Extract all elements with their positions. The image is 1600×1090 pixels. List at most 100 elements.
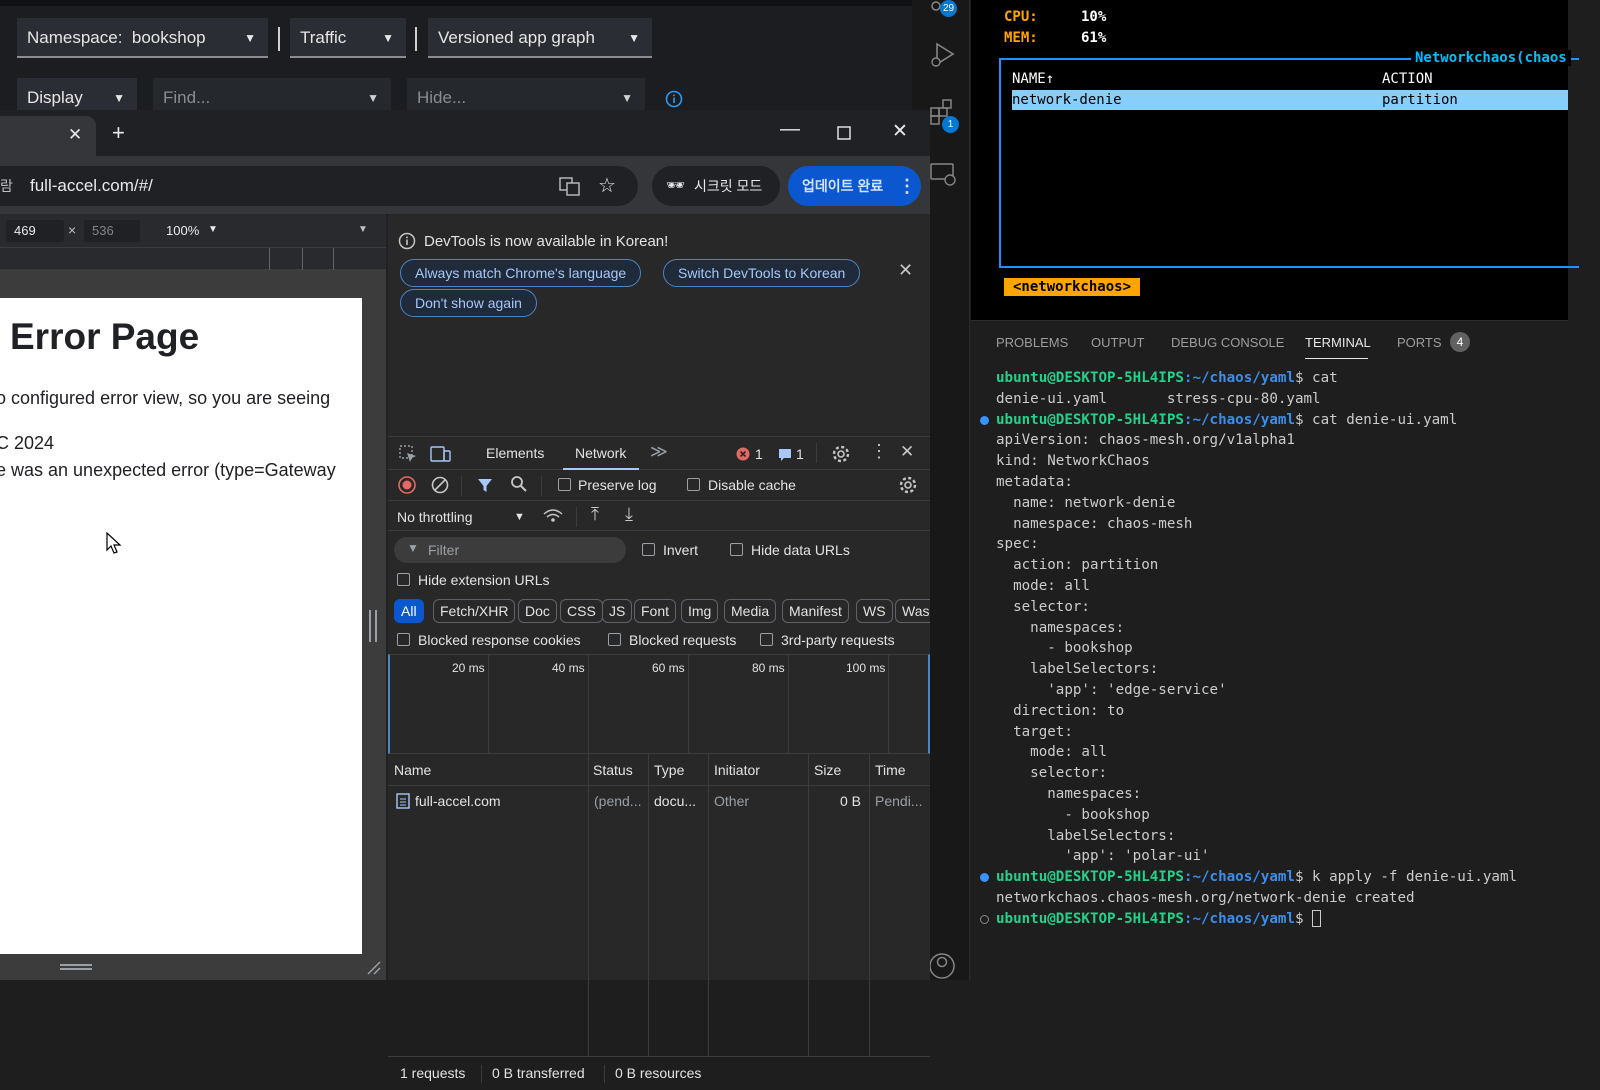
traffic-dropdown[interactable]: Traffic ▼ [290, 18, 406, 58]
panel-header: PROBLEMS OUTPUT DEBUG CONSOLE TERMINAL P… [971, 320, 1568, 364]
k9s-view: CPU: 10% MEM: 61% Networkchaos(chaos NAM… [971, 0, 1579, 320]
terminal[interactable]: ubuntu@DESKTOP-5HL4IPS:~/chaos/yaml$ cat… [971, 364, 1568, 980]
bottom-resize-handle[interactable] [60, 964, 92, 970]
match-language-button[interactable]: Always match Chrome's language [400, 259, 642, 287]
clear-icon[interactable] [431, 476, 449, 494]
close-banner-icon[interactable]: ✕ [898, 260, 913, 281]
timeline-overview[interactable]: 20 ms 40 ms 60 ms 80 ms 100 ms [388, 654, 930, 754]
prompt-user: ubuntu@DESKTOP-5HL4IPS [996, 869, 1184, 886]
preserve-log-checkbox[interactable] [558, 478, 571, 491]
corner-resize-icon[interactable] [366, 960, 382, 976]
network-settings-icon[interactable] [898, 475, 918, 495]
command-decoration-icon[interactable] [980, 873, 989, 883]
type-filter-ws[interactable]: WS [856, 599, 893, 623]
browser-tab[interactable]: ✕ [0, 116, 96, 156]
command-decoration-icon[interactable] [980, 415, 989, 425]
tab-ports[interactable]: PORTS [1397, 335, 1442, 350]
more-tabs-icon[interactable]: ≫ [650, 442, 668, 462]
run-debug-icon[interactable] [928, 40, 958, 70]
network-conditions-icon[interactable] [542, 507, 564, 525]
tab-elements[interactable]: Elements [486, 445, 544, 461]
type-filter-all[interactable]: All [394, 599, 424, 623]
filter-input[interactable]: ▼ Filter [394, 537, 626, 563]
timeline-tick: 80 ms [752, 661, 785, 675]
bookmark-star-icon[interactable]: ☆ [598, 166, 616, 206]
terminal-output-line: mode: all [996, 578, 1090, 594]
device-height-input[interactable]: 536 [84, 220, 140, 242]
type-filter-js[interactable]: JS [602, 599, 633, 623]
tab-terminal[interactable]: TERMINAL [1305, 335, 1371, 350]
table-row[interactable]: full-accel.com (pend... docu... Other 0 … [388, 787, 930, 815]
omnibox[interactable]: 람 full-accel.com/#/ ☆ [0, 166, 638, 206]
col-type[interactable]: Type [654, 762, 684, 778]
invert-checkbox[interactable] [642, 543, 655, 556]
message-icon[interactable] [778, 447, 792, 461]
tab-network[interactable]: Network [575, 445, 626, 461]
search-icon[interactable] [510, 475, 528, 493]
incognito-indicator[interactable]: 🕶 시크릿 모드 [652, 166, 780, 206]
prompt-path: :~/chaos/yaml [1183, 370, 1295, 386]
type-filter-fetch[interactable]: Fetch/XHR [433, 599, 516, 623]
error-icon[interactable] [736, 447, 750, 461]
device-toggle-icon[interactable] [430, 444, 452, 464]
hide-data-urls-checkbox[interactable] [730, 543, 743, 556]
settings-gear-icon[interactable] [831, 444, 851, 464]
update-button[interactable]: 업데이트 완료 ⋮ [788, 166, 921, 206]
hide-ext-urls-checkbox[interactable] [397, 573, 410, 586]
close-devtools-icon[interactable]: ✕ [900, 442, 914, 462]
tab-output[interactable]: OUTPUT [1091, 335, 1144, 350]
col-name[interactable]: Name [394, 762, 431, 778]
switch-korean-button[interactable]: Switch DevTools to Korean [663, 259, 861, 287]
info-icon [398, 232, 416, 250]
type-filter-wasm[interactable]: Wasi [895, 599, 930, 623]
graph-type-dropdown[interactable]: Versioned app graph ▼ [428, 18, 652, 58]
terminal-output-line: denie-ui.yaml stress-cpu-80.yaml [996, 390, 1321, 407]
import-har-icon[interactable]: ⤒ [591, 504, 599, 525]
info-icon[interactable] [665, 90, 683, 108]
command-decoration-icon[interactable] [980, 914, 989, 924]
remote-explorer-icon[interactable] [928, 160, 958, 190]
terminal-output-line: 'app': 'polar-ui' [996, 848, 1210, 865]
close-window-icon[interactable]: ✕ [892, 120, 908, 143]
maximize-icon[interactable] [837, 126, 851, 140]
device-width-input[interactable]: 469 [6, 220, 64, 242]
url-prefix: 람 [0, 178, 13, 194]
disable-cache-checkbox[interactable] [687, 478, 700, 491]
tab-problems[interactable]: PROBLEMS [996, 335, 1068, 350]
throttling-select[interactable]: No throttling [397, 509, 472, 525]
device-options-icon[interactable]: ▼ [358, 224, 368, 235]
close-tab-icon[interactable]: ✕ [68, 125, 82, 145]
blocked-requests-checkbox[interactable] [608, 633, 621, 646]
prompt-path: :~/chaos/yaml [1183, 411, 1295, 428]
third-party-checkbox[interactable] [760, 633, 773, 646]
type-filter-css[interactable]: CSS [560, 599, 603, 623]
type-filter-doc[interactable]: Doc [518, 599, 557, 623]
status-resources: 0 B resources [615, 1065, 702, 1081]
col-status[interactable]: Status [593, 762, 633, 778]
resize-handle[interactable] [369, 610, 377, 642]
translate-icon[interactable] [559, 176, 581, 196]
type-filter-media[interactable]: Media [724, 599, 777, 623]
account-icon[interactable] [928, 950, 956, 980]
tab-bar: ✕ + — ✕ [0, 110, 930, 156]
k9s-selected-row[interactable]: network-denie partition [1012, 90, 1568, 110]
blocked-cookies-checkbox[interactable] [397, 633, 410, 646]
record-stop-icon[interactable] [398, 476, 416, 494]
col-size[interactable]: Size [814, 762, 841, 778]
zoom-select[interactable]: 100% [166, 223, 199, 238]
tab-debug-console[interactable]: DEBUG CONSOLE [1171, 335, 1284, 350]
terminal-output-line: kind: NetworkChaos [996, 453, 1150, 470]
inspect-element-icon[interactable] [398, 444, 418, 464]
dont-show-again-button[interactable]: Don't show again [400, 289, 537, 317]
more-options-icon[interactable]: ⋮ [870, 441, 888, 462]
col-time[interactable]: Time [875, 762, 906, 778]
filter-icon[interactable] [476, 476, 494, 494]
export-har-icon[interactable]: ⤓ [625, 504, 633, 525]
type-filter-img[interactable]: Img [681, 599, 719, 623]
namespace-dropdown[interactable]: Namespace: bookshop ▼ [17, 18, 268, 58]
minimize-icon[interactable]: — [780, 118, 800, 141]
new-tab-icon[interactable]: + [112, 120, 125, 146]
type-filter-manifest[interactable]: Manifest [782, 599, 849, 623]
type-filter-font[interactable]: Font [634, 599, 677, 623]
col-initiator[interactable]: Initiator [714, 762, 760, 778]
